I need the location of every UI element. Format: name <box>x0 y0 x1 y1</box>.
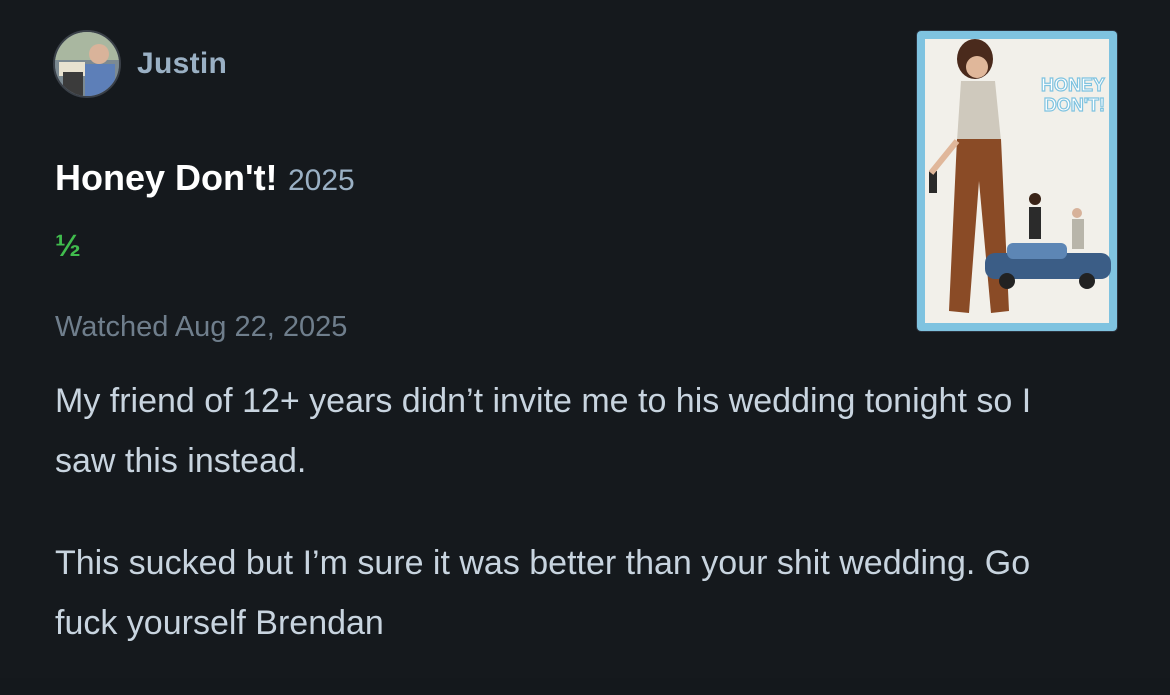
star-rating: ½ <box>55 228 81 263</box>
review-card: Justin Honey Don't! 2025 ½ Watched Aug 2… <box>0 0 1170 678</box>
review-body: My friend of 12+ years didn’t invite me … <box>55 371 1095 695</box>
poster-title-line: HONEY <box>1041 75 1105 95</box>
avatar-image <box>55 32 119 96</box>
avatar[interactable] <box>53 30 121 98</box>
poster-title-line: DON'T! <box>1044 95 1105 115</box>
film-title[interactable]: Honey Don't! <box>55 157 278 198</box>
poster-artwork: HONEY DON'T! <box>917 31 1117 331</box>
review-paragraph: This sucked but I’m sure it was better t… <box>55 544 1031 642</box>
review-author[interactable]: Justin <box>53 30 227 98</box>
author-name[interactable]: Justin <box>137 47 227 81</box>
film-poster[interactable]: HONEY DON'T! <box>917 31 1117 331</box>
review-paragraph: My friend of 12+ years didn’t invite me … <box>55 382 1032 480</box>
film-year[interactable]: 2025 <box>288 164 355 197</box>
watched-date: Watched Aug 22, 2025 <box>55 311 348 343</box>
film-heading: Honey Don't! 2025 <box>55 157 355 199</box>
